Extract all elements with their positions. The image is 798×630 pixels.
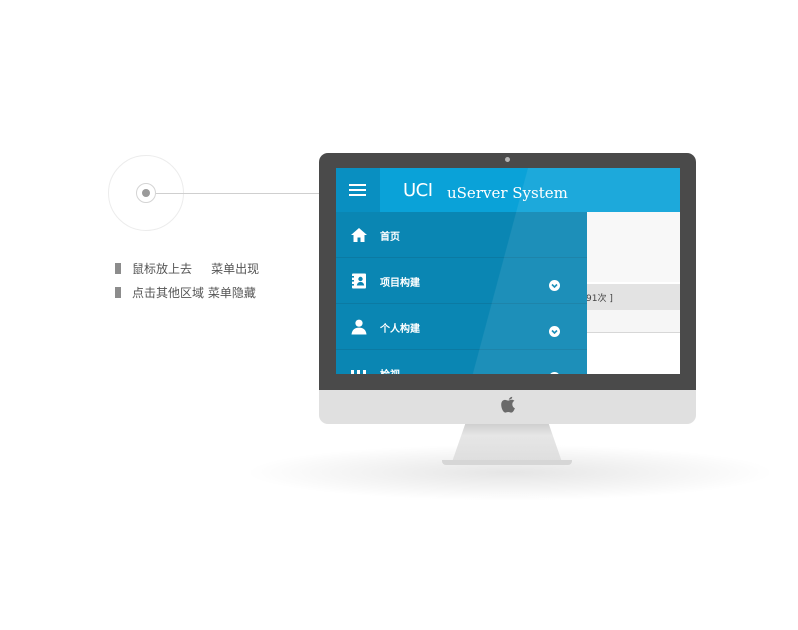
- legend-text: 点击其他区域 菜单隐藏: [132, 285, 256, 300]
- home-icon: [351, 228, 367, 242]
- legend-text: 鼠标放上去 菜单出现: [132, 261, 260, 276]
- chevron-down-icon[interactable]: [549, 372, 560, 374]
- side-menu: 首页 项目构建 个人构建: [336, 212, 587, 374]
- monitor-screen: 91次 ] UCI uServer System 首页 项目构建 个人构建: [336, 168, 680, 374]
- callout-dot: [142, 189, 150, 197]
- page: 鼠标放上去 菜单出现 点击其他区域 菜单隐藏 91次 ] UCI uServer…: [0, 0, 798, 630]
- inspect-icon: [351, 370, 366, 374]
- app-title: uServer System: [447, 184, 568, 202]
- legend-item-hover: 鼠标放上去 菜单出现: [115, 256, 259, 280]
- chevron-down-icon[interactable]: [549, 326, 560, 337]
- menu-item-label: 个人构建: [380, 324, 420, 335]
- app-logo: UCI: [403, 180, 433, 201]
- chevron-down-icon[interactable]: [549, 280, 560, 291]
- monitor-stand-foot: [442, 460, 572, 465]
- legend-item-click-away: 点击其他区域 菜单隐藏: [115, 280, 259, 304]
- background-strip-text: 91次 ]: [586, 294, 613, 304]
- callout-line: [156, 193, 320, 194]
- user-icon: [351, 319, 367, 335]
- camera-dot: [505, 157, 510, 162]
- app-header: UCI uServer System: [336, 168, 680, 212]
- project-book-icon: [351, 273, 366, 289]
- hamburger-icon: [349, 184, 366, 186]
- hamburger-icon: [349, 194, 366, 196]
- menu-item-personal-build[interactable]: 个人构建: [336, 304, 587, 350]
- instruction-legend: 鼠标放上去 菜单出现 点击其他区域 菜单隐藏: [115, 256, 259, 304]
- monitor-stand: [452, 424, 562, 462]
- menu-item-label: 项目构建: [380, 278, 420, 289]
- apple-logo-icon: [501, 396, 515, 413]
- legend-bullet: [115, 262, 121, 274]
- menu-toggle-button[interactable]: [336, 168, 380, 212]
- hamburger-icon: [349, 189, 366, 191]
- legend-bullet: [115, 286, 121, 298]
- menu-item-inspect[interactable]: 检视: [336, 350, 587, 374]
- menu-item-home[interactable]: 首页: [336, 212, 587, 258]
- menu-item-label: 首页: [380, 232, 400, 243]
- menu-item-project-build[interactable]: 项目构建: [336, 258, 587, 304]
- menu-item-label: 检视: [380, 366, 400, 374]
